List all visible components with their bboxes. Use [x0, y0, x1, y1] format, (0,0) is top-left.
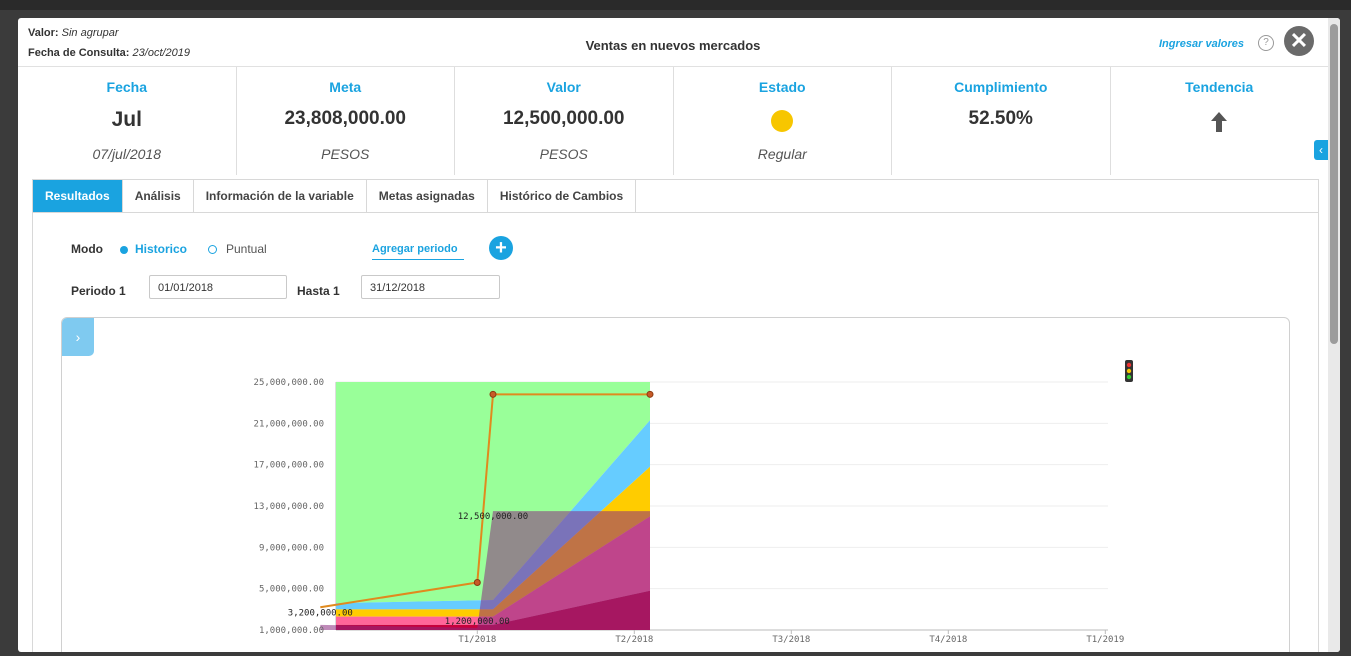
side-panel-toggle-icon[interactable]: ‹: [1314, 140, 1328, 160]
hasta-label: Hasta 1: [297, 284, 340, 298]
chart-container: › 3,200,000.00 1,200,000.00 12,500,000.00 …: [61, 317, 1290, 652]
backdrop: [0, 0, 1351, 10]
y-tick-label: 1,000,000.00: [259, 626, 324, 636]
summary-header: Estado: [758, 79, 806, 95]
historico-label[interactable]: Historico: [135, 242, 187, 256]
summary-sub: Regular: [757, 146, 807, 162]
x-tick-label: T4/2018: [929, 635, 967, 645]
help-icon[interactable]: ?: [1258, 35, 1274, 51]
add-period-button[interactable]: +: [489, 236, 513, 260]
tab-metas-asignadas[interactable]: Metas asignadas: [367, 180, 488, 212]
status-dot-icon: [771, 110, 794, 132]
meta-point: [473, 578, 481, 586]
traffic-light-icon: [1125, 360, 1133, 382]
data-label: 12,500,000.00: [458, 512, 528, 522]
data-label: 3,200,000.00: [288, 608, 353, 618]
x-tick-label: T1/2018: [458, 635, 496, 645]
results-chart: 3,200,000.00 1,200,000.00 12,500,000.00 25…: [254, 360, 1133, 645]
summary-row: Fecha Jul 07/jul/2018 Meta 23,808,000.00…: [18, 67, 1328, 175]
arrow-up-icon: [1211, 112, 1228, 132]
page-title: Ventas en nuevos mercados: [585, 38, 761, 53]
tab-resultados[interactable]: Resultados: [33, 180, 123, 212]
y-tick-label: 13,000,000.00: [254, 502, 324, 512]
periodo-label: Periodo 1: [71, 284, 126, 298]
summary-header: Cumplimiento: [954, 79, 1048, 95]
indicator-modal: Valor: Sin agrupar Fecha de Consulta: 23…: [18, 18, 1340, 652]
agregar-periodo-link[interactable]: Agregar periodo: [372, 243, 464, 260]
puntual-label[interactable]: Puntual: [226, 242, 267, 256]
modal-header: Valor: Sin agrupar Fecha de Consulta: 23…: [18, 18, 1328, 67]
summary-sub: 07/jul/2018: [92, 146, 161, 162]
summary-value: Jul: [111, 108, 142, 131]
summary-value: 23,808,000.00: [284, 108, 406, 129]
periodo-start-input[interactable]: 01/01/2018: [149, 275, 287, 299]
y-tick-label: 25,000,000.00: [254, 378, 324, 388]
summary-header: Tendencia: [1185, 79, 1254, 95]
summary-header: Valor: [546, 79, 581, 95]
summary-value: [674, 108, 892, 136]
summary-value: 52.50%: [968, 108, 1033, 129]
modo-row: Modo: [71, 242, 103, 256]
y-tick-label: 17,000,000.00: [254, 461, 324, 471]
close-icon[interactable]: ✕: [1284, 26, 1314, 56]
x-tick-label: T1/2019: [1086, 635, 1124, 645]
summary-sub: PESOS: [321, 146, 370, 162]
summary-tendencia: Tendencia: [1111, 67, 1329, 175]
summary-fecha: Fecha Jul 07/jul/2018: [18, 67, 237, 175]
tab-historico-cambios[interactable]: Histórico de Cambios: [488, 180, 637, 212]
y-tick-label: 21,000,000.00: [254, 419, 324, 429]
summary-header: Fecha: [106, 79, 147, 95]
summary-meta: Meta 23,808,000.00 PESOS: [237, 67, 455, 175]
summary-header: Meta: [329, 79, 362, 95]
y-tick-label: 9,000,000.00: [259, 543, 324, 553]
summary-estado: Estado Regular: [674, 67, 892, 175]
tab-analisis[interactable]: Análisis: [123, 180, 194, 212]
scrollbar-track[interactable]: [1328, 18, 1340, 652]
hasta-input[interactable]: 31/12/2018: [361, 275, 500, 299]
modo-label: Modo: [71, 242, 103, 256]
summary-value: [1111, 108, 1329, 136]
puntual-radio[interactable]: [208, 245, 217, 254]
x-tick-label: T2/2018: [615, 635, 653, 645]
scrollbar-thumb[interactable]: [1330, 24, 1338, 344]
meta-point: [646, 390, 654, 398]
meta-point: [489, 390, 497, 398]
content-panel: Resultados Análisis Información de la va…: [32, 179, 1319, 652]
tab-bar: Resultados Análisis Información de la va…: [33, 180, 1318, 213]
summary-sub: PESOS: [539, 146, 588, 162]
summary-valor: Valor 12,500,000.00 PESOS: [455, 67, 674, 175]
summary-cumplimiento: Cumplimiento 52.50%: [892, 67, 1111, 175]
tab-informacion-variable[interactable]: Información de la variable: [194, 180, 367, 212]
data-label: 1,200,000.00: [445, 617, 510, 627]
x-tick-label: T3/2018: [772, 635, 810, 645]
y-tick-label: 5,000,000.00: [259, 585, 324, 595]
ingresar-valores-link[interactable]: Ingresar valores: [1159, 38, 1244, 50]
summary-value: 12,500,000.00: [502, 108, 625, 129]
historico-radio[interactable]: [120, 246, 128, 254]
